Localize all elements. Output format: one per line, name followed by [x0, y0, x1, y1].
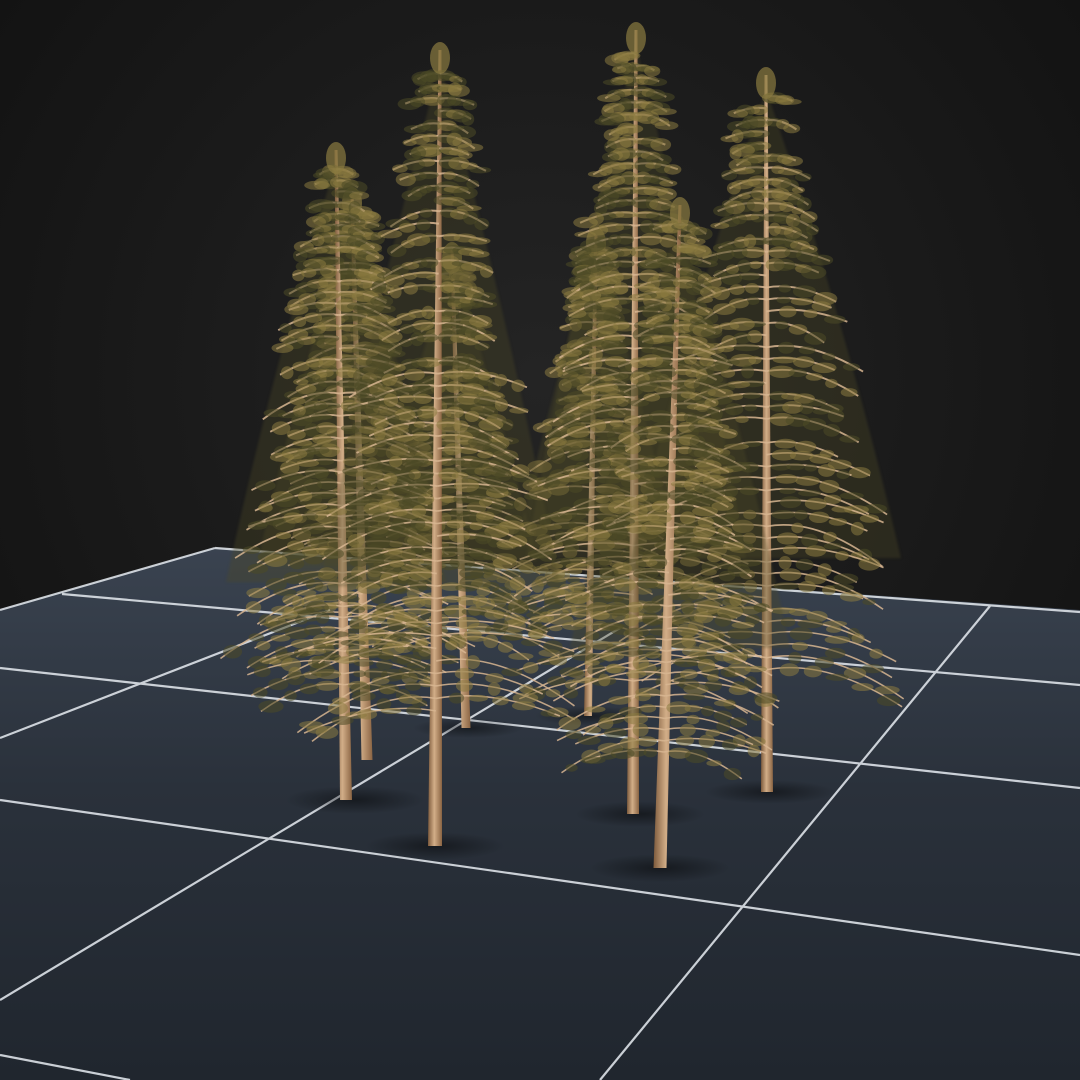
- tree-top-tuft: [670, 197, 690, 229]
- tree-top-tuft: [626, 22, 646, 54]
- render-viewport: [0, 0, 1080, 1080]
- tree-top-tuft: [756, 67, 776, 99]
- tree-top-tuft: [430, 42, 450, 74]
- tree-top-tuft: [326, 142, 346, 174]
